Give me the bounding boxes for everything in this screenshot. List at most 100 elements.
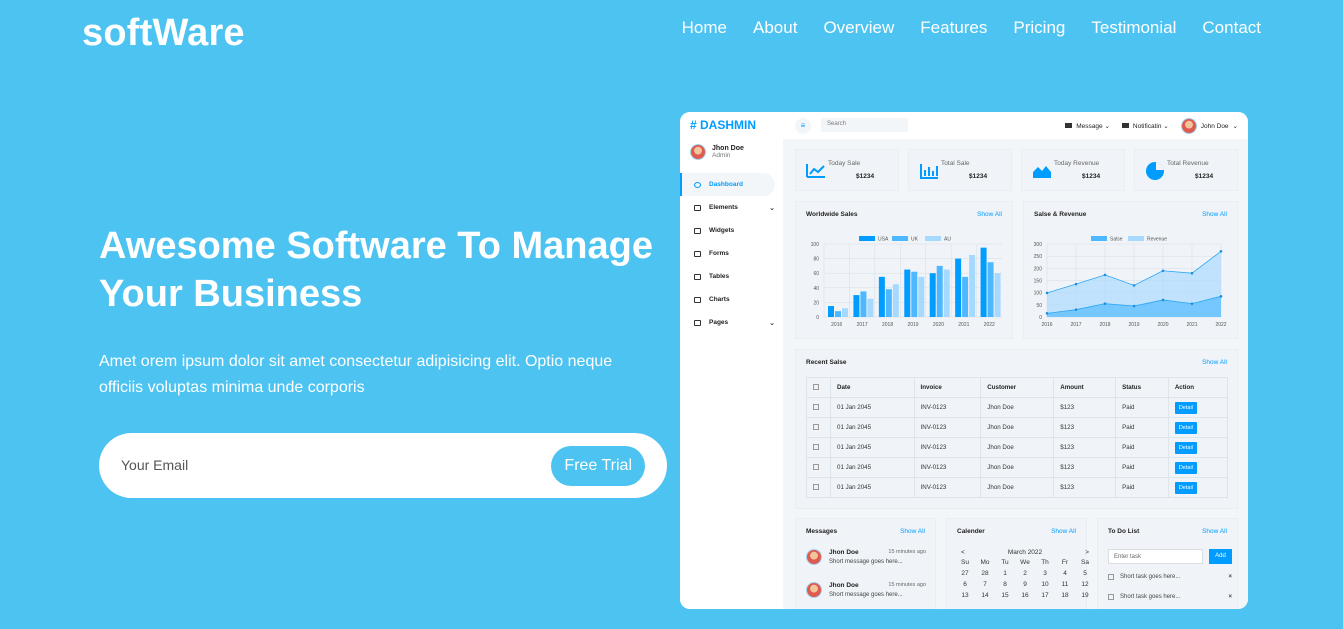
column-header: Invoice [913,377,982,398]
x-tick-label: 2019 [907,322,918,328]
show-all-link[interactable]: Show All [977,211,1002,218]
message-menu[interactable]: Message ⌄ [1065,122,1110,130]
nav-testimonial[interactable]: Testimonial [1091,18,1176,38]
todo-text: Short task goes here... [1120,574,1181,580]
calendar-day[interactable]: 3 [1035,570,1055,577]
profile-menu[interactable]: John Doe ⌄ [1180,118,1238,134]
message-item[interactable]: Jhon Doe Short message goes here... 15 m… [806,582,926,598]
show-all-link[interactable]: Show All [1202,528,1227,535]
calendar-day[interactable]: 2 [1015,570,1035,577]
calendar-day[interactable]: 8 [995,581,1015,588]
x-tick-label: 2016 [1041,322,1052,328]
calendar-day[interactable]: 28 [975,570,995,577]
bar [867,298,874,317]
calendar-day[interactable]: 1 [995,570,1015,577]
dashboard-search-input[interactable]: Search [821,118,908,132]
calendar-day[interactable]: 15 [995,592,1015,599]
calendar-day[interactable]: 4 [1055,570,1075,577]
x-tick-label: 2022 [1215,322,1226,328]
detail-button-cell[interactable]: Detail [1167,477,1229,498]
panel-title: Calender [957,528,985,535]
delete-icon[interactable]: × [1228,594,1232,600]
row-checkbox[interactable] [806,437,831,458]
show-all-link[interactable]: Show All [1202,211,1227,218]
nav-home[interactable]: Home [682,18,727,38]
row-checkbox[interactable] [806,477,831,498]
sidebar-item-forms[interactable]: Forms [680,242,783,265]
task-input[interactable]: Enter task [1108,549,1203,564]
add-task-button[interactable]: Add [1209,549,1232,564]
hero-title-line2: Your Business [99,273,363,315]
chevron-left-icon[interactable]: < [961,549,965,556]
detail-button[interactable]: Detail [1174,402,1197,414]
free-trial-button[interactable]: Free Trial [551,446,645,486]
calendar-day[interactable]: 17 [1035,592,1055,599]
detail-button-cell[interactable]: Detail [1167,457,1229,478]
show-all-link[interactable]: Show All [1051,528,1076,535]
data-point [1074,308,1078,311]
row-checkbox[interactable] [806,417,831,438]
message-item[interactable]: Jhon Doe Short message goes here... 15 m… [806,549,926,565]
nav-about[interactable]: About [753,18,797,38]
calendar-day[interactable]: 11 [1055,581,1075,588]
dashboard-preview: # DASHMIN Jhon Doe Admin Dashboard Eleme… [680,112,1248,609]
calendar-day[interactable]: 10 [1035,581,1055,588]
data-point [1132,304,1136,308]
sidebar-item-charts[interactable]: Charts [680,288,783,311]
sidebar-item-pages[interactable]: Pages ⌄ [680,311,783,334]
detail-button-cell[interactable]: Detail [1167,437,1229,458]
todo-checkbox[interactable] [1108,594,1114,600]
logo[interactable]: softWare [82,12,245,55]
chevron-right-icon[interactable]: > [1085,549,1089,556]
calendar-day[interactable]: 6 [955,581,975,588]
detail-button[interactable]: Detail [1174,422,1197,434]
detail-button[interactable]: Detail [1174,462,1197,474]
nav-overview[interactable]: Overview [823,18,894,38]
calendar-day[interactable]: 16 [1015,592,1035,599]
calendar-day[interactable]: 13 [955,592,975,599]
todo-checkbox[interactable] [1108,574,1114,580]
sidebar-item-tables[interactable]: Tables [680,265,783,288]
notification-menu[interactable]: Notificatin ⌄ [1121,122,1169,130]
sidebar-item-label: Tables [709,273,730,280]
nav-contact[interactable]: Contact [1202,18,1261,38]
table-icon [694,273,701,280]
calendar-day[interactable]: 19 [1075,592,1095,599]
sidebar-item-widgets[interactable]: Widgets [680,219,783,242]
menu-toggle-icon[interactable]: ≡ [795,118,811,134]
todo-item[interactable]: Short task goes here... × [1108,594,1232,600]
x-tick-label: 2017 [857,322,868,328]
select-all-checkbox[interactable] [806,377,831,398]
calendar-day[interactable]: 5 [1075,570,1095,577]
sidebar-item-elements[interactable]: Elements ⌄ [680,196,783,219]
calendar-day[interactable]: 14 [975,592,995,599]
calendar-day[interactable]: 12 [1075,581,1095,588]
y-tick-label: 0 [816,315,819,321]
row-checkbox[interactable] [806,457,831,478]
show-all-link[interactable]: Show All [1202,359,1227,366]
main-nav: Home About Overview Features Pricing Tes… [682,18,1261,38]
sidebar-item-dashboard[interactable]: Dashboard [680,173,775,196]
bar [936,265,943,317]
row-checkbox[interactable] [806,397,831,418]
calendar-day[interactable]: 7 [975,581,995,588]
nav-pricing[interactable]: Pricing [1013,18,1065,38]
detail-button[interactable]: Detail [1174,442,1197,454]
nav-features[interactable]: Features [920,18,987,38]
detail-button-cell[interactable]: Detail [1167,417,1229,438]
detail-button[interactable]: Detail [1174,482,1197,494]
detail-button-cell[interactable]: Detail [1167,397,1229,418]
calendar-day[interactable]: 27 [955,570,975,577]
weekday-label: Mo [980,559,990,566]
pie-chart-icon [1146,162,1164,180]
email-input[interactable] [121,453,501,477]
delete-icon[interactable]: × [1228,574,1232,580]
weekday-label: Th [1041,559,1049,566]
sidebar-item-label: Forms [709,250,729,257]
panel-title: Recent Salse [806,359,847,366]
todo-item[interactable]: Short task goes here... × [1108,574,1232,580]
show-all-link[interactable]: Show All [900,528,925,535]
calendar-day[interactable]: 18 [1055,592,1075,599]
bar [892,284,899,317]
calendar-day[interactable]: 9 [1015,581,1035,588]
